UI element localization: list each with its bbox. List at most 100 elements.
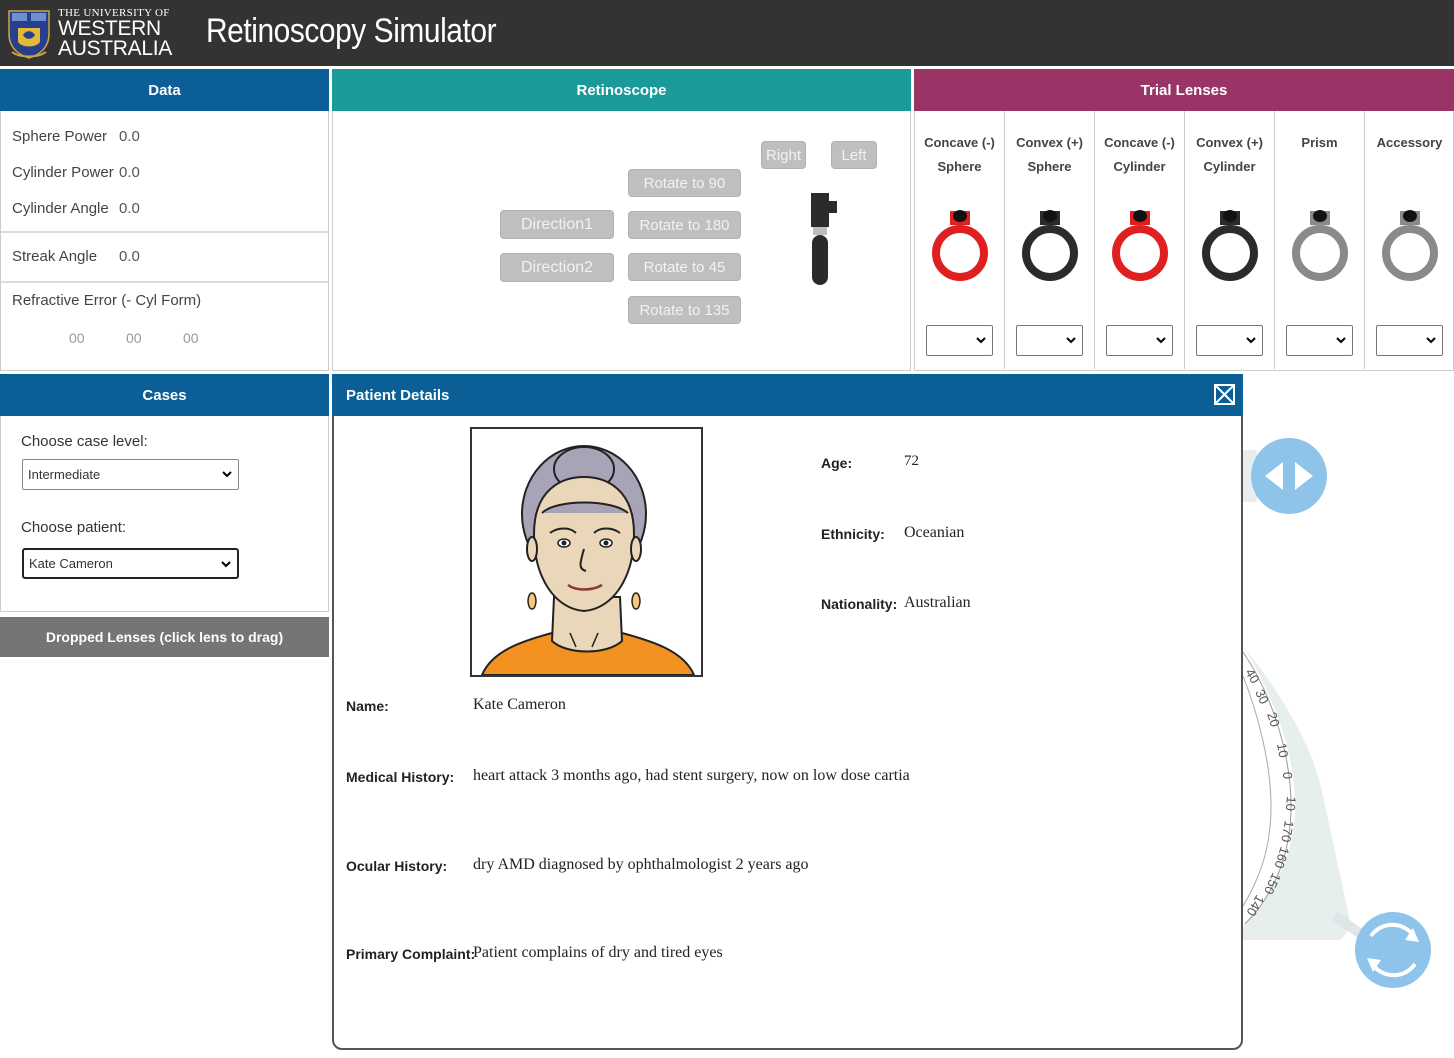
lens-title-line2: Sphere <box>937 159 982 174</box>
medical-history-value: heart attack 3 months ago, had stent sur… <box>473 767 910 784</box>
retinoscope-panel-header: Retinoscope <box>332 69 911 111</box>
chevron-down-icon <box>1336 337 1346 344</box>
streak-angle-row: Streak Angle 0.0 <box>12 248 140 265</box>
lens-column-convex-cylinder: Convex (+) Cylinder <box>1185 111 1275 369</box>
university-wordmark: THE UNIVERSITY OF WESTERN AUSTRALIA <box>58 8 172 60</box>
cylinder-power-row: Cylinder Power 0.0 <box>12 164 140 181</box>
primary-complaint-value: Patient complains of dry and tired eyes <box>473 944 723 961</box>
simulation-stage: 40 30 20 10 0 10 170 160 150 140 <box>1243 416 1454 1058</box>
cylinder-angle-row: Cylinder Angle 0.0 <box>12 200 140 217</box>
medical-history-label: Medical History: <box>346 769 455 785</box>
trial-lenses-panel: Concave (-) Sphere Convex (+) Sphere Conca… <box>914 111 1454 371</box>
patient-details-header: Patient Details <box>332 374 1243 416</box>
chevron-down-icon <box>1246 337 1256 344</box>
rotate-135-button[interactable]: Rotate to 135 <box>628 296 741 324</box>
rotate-180-button[interactable]: Rotate to 180 <box>628 211 741 239</box>
convex-cylinder-select[interactable] <box>1196 325 1263 356</box>
dial-tick-label: 0 <box>1280 772 1295 780</box>
divider <box>1 281 328 283</box>
rotate-45-button[interactable]: Rotate to 45 <box>628 253 741 281</box>
data-panel-header: Data <box>0 69 329 111</box>
refractive-value-cylinder: 00 <box>126 330 142 346</box>
cases-panel: Choose case level: Intermediate Choose p… <box>0 416 329 612</box>
sphere-power-row: Sphere Power 0.0 <box>12 128 140 145</box>
dial-tick-label: 10 <box>1283 796 1299 812</box>
lens-column-convex-sphere: Convex (+) Sphere <box>1005 111 1095 369</box>
cylinder-power-value: 0.0 <box>119 164 140 181</box>
primary-complaint-label: Primary Complaint: <box>346 946 476 962</box>
retinoscope-panel: Right Left Rotate to 90 Rotate to 180 Ro… <box>332 111 911 371</box>
chevron-down-icon <box>1156 337 1166 344</box>
patient-select[interactable]: Kate Cameron <box>22 548 239 579</box>
lens-title-line1: Accessory <box>1376 135 1443 150</box>
lens-title-line1: Concave (-) <box>1104 135 1175 150</box>
chevron-down-icon <box>976 337 986 344</box>
right-eye-button[interactable]: Right <box>761 141 806 169</box>
name-value: Kate Cameron <box>473 696 566 713</box>
close-icon[interactable] <box>1214 384 1235 405</box>
chevron-down-icon <box>1066 337 1076 344</box>
patient-portrait <box>470 427 703 677</box>
swap-eye-icon <box>1251 438 1327 514</box>
retinoscope-icon[interactable] <box>805 189 841 289</box>
chevron-down-icon <box>221 561 231 568</box>
prism-lens-icon[interactable] <box>1290 207 1350 285</box>
direction2-button[interactable]: Direction2 <box>500 253 614 282</box>
patient-details-modal: Patient Details Age: 72 Ethnicity: Ocean… <box>332 374 1243 1050</box>
concave-sphere-lens-icon[interactable] <box>930 207 990 285</box>
nationality-value: Australian <box>904 594 971 611</box>
convex-sphere-select[interactable] <box>1016 325 1083 356</box>
ethnicity-value: Oceanian <box>904 524 965 541</box>
data-panel: Sphere Power 0.0 Cylinder Power 0.0 Cyli… <box>0 111 329 371</box>
direction1-button[interactable]: Direction1 <box>500 210 614 239</box>
top-bar: THE UNIVERSITY OF WESTERN AUSTRALIA Reti… <box>0 0 1454 66</box>
streak-angle-value: 0.0 <box>119 248 140 265</box>
lens-title-line1: Convex (+) <box>1196 135 1263 150</box>
age-label: Age: <box>821 455 853 471</box>
patient-value: Kate Cameron <box>29 556 113 571</box>
accessory-select[interactable] <box>1376 325 1443 356</box>
patient-label: Choose patient: <box>21 519 127 536</box>
dropped-lenses-bar[interactable]: Dropped Lenses (click lens to drag) <box>0 617 329 657</box>
case-level-label: Choose case level: <box>21 433 148 450</box>
patient-avatar-icon <box>480 445 696 675</box>
concave-cylinder-lens-icon[interactable] <box>1110 207 1170 285</box>
name-label: Name: <box>346 698 389 714</box>
uni-line-2: WESTERN <box>58 17 161 40</box>
ocular-history-value: dry AMD diagnosed by ophthalmologist 2 y… <box>473 856 809 873</box>
nationality-label: Nationality: <box>821 596 898 612</box>
sphere-power-value: 0.0 <box>119 128 140 145</box>
ocular-history-label: Ocular History: <box>346 858 448 874</box>
lens-title-line1: Concave (-) <box>924 135 995 150</box>
dial-tick-label: 10 <box>1274 742 1291 759</box>
chevron-down-icon <box>1426 337 1436 344</box>
lens-column-prism: Prism <box>1275 111 1365 369</box>
divider <box>1 231 328 233</box>
lens-title-line1: Prism <box>1301 135 1338 150</box>
case-level-select[interactable]: Intermediate <box>22 459 239 490</box>
rotate-90-button[interactable]: Rotate to 90 <box>628 169 741 197</box>
eye-dial-graphic: 40 30 20 10 0 10 170 160 150 140 <box>1243 438 1431 988</box>
cylinder-angle-value: 0.0 <box>119 200 140 217</box>
accessory-lens-icon[interactable] <box>1380 207 1440 285</box>
dial-tick-label: 20 <box>1264 710 1283 728</box>
age-value: 72 <box>904 453 919 469</box>
university-crest-icon <box>8 10 50 59</box>
lens-title-line2: Cylinder <box>1113 159 1166 174</box>
left-eye-button[interactable]: Left <box>831 141 877 169</box>
cases-panel-header: Cases <box>0 374 329 416</box>
refractive-value-axis: 00 <box>183 330 199 346</box>
case-level-value: Intermediate <box>28 467 101 482</box>
refractive-value-sphere: 00 <box>69 330 85 346</box>
convex-cylinder-lens-icon[interactable] <box>1200 207 1260 285</box>
prism-select[interactable] <box>1286 325 1353 356</box>
convex-sphere-lens-icon[interactable] <box>1020 207 1080 285</box>
patient-details-title: Patient Details <box>346 386 450 404</box>
concave-cylinder-select[interactable] <box>1106 325 1173 356</box>
concave-sphere-select[interactable] <box>926 325 993 356</box>
chevron-down-icon <box>222 471 232 478</box>
cylinder-power-label: Cylinder Power <box>12 164 114 181</box>
lens-title-line2: Sphere <box>1027 159 1072 174</box>
refractive-error-label: Refractive Error (- Cyl Form) <box>12 292 202 309</box>
lens-column-accessory: Accessory <box>1365 111 1454 369</box>
